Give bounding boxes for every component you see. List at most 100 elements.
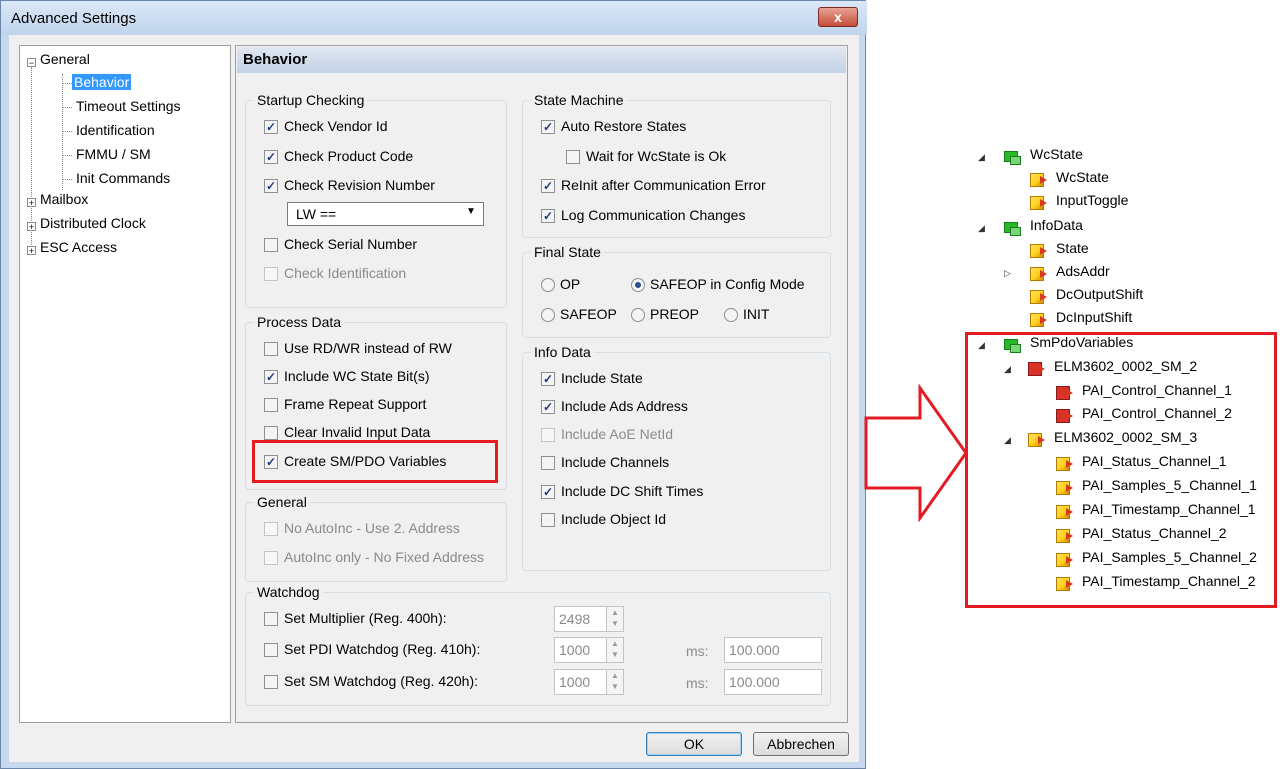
tree-item-fmmu-sm[interactable]: FMMU / SM: [76, 146, 151, 162]
checkbox-label: Include Object Id: [561, 511, 667, 527]
collapse-icon[interactable]: −: [27, 58, 36, 68]
check-vendor-id-checkbox[interactable]: ✓: [264, 120, 278, 134]
set-pdi-watchdog-checkbox[interactable]: [264, 643, 278, 657]
group-label: Process Data: [254, 314, 345, 330]
log-communication-checkbox[interactable]: ✓: [541, 209, 555, 223]
include-channels-checkbox[interactable]: [541, 456, 555, 470]
tree-line: [63, 131, 72, 132]
ok-button[interactable]: OK: [646, 732, 742, 756]
checkbox-label: Include Ads Address: [561, 398, 688, 414]
set-multiplier-checkbox[interactable]: [264, 612, 278, 626]
multiplier-spinner[interactable]: 2498 ▲ ▼: [554, 606, 624, 632]
radio-op[interactable]: [541, 278, 555, 292]
expand-icon[interactable]: +: [27, 222, 36, 232]
tree-item-mailbox[interactable]: Mailbox: [40, 191, 88, 207]
checkbox-label: Include WC State Bit(s): [284, 368, 430, 384]
expanded-icon[interactable]: ◢: [978, 223, 985, 234]
highlight-box: [965, 332, 1277, 608]
tree-item-inputtoggle[interactable]: InputToggle: [1056, 192, 1128, 208]
frame-repeat-checkbox[interactable]: [264, 398, 278, 412]
clear-invalid-input-checkbox[interactable]: [264, 426, 278, 440]
pdi-ms-field[interactable]: 100.000: [724, 637, 822, 663]
expand-icon[interactable]: +: [27, 198, 36, 208]
tree-item-wcstate-var[interactable]: WcState: [1056, 169, 1109, 185]
input-variable-icon: [1030, 267, 1047, 281]
general-group: General: [245, 494, 507, 582]
reinit-checkbox[interactable]: ✓: [541, 179, 555, 193]
cancel-button[interactable]: Abbrechen: [753, 732, 849, 756]
expanded-icon[interactable]: ◢: [978, 152, 985, 163]
tree-line: [63, 179, 72, 180]
input-variable-icon: [1030, 244, 1047, 258]
no-autoinc-checkbox[interactable]: [264, 522, 278, 536]
tree-item-identification[interactable]: Identification: [76, 122, 155, 138]
revision-compare-select[interactable]: LW == ▼: [287, 202, 484, 226]
include-dc-shift-checkbox[interactable]: ✓: [541, 485, 555, 499]
tree-item-infodata[interactable]: InfoData: [1030, 217, 1083, 233]
include-wc-state-checkbox[interactable]: ✓: [264, 370, 278, 384]
green-box-icon: [1004, 151, 1021, 165]
tree-item-init-commands[interactable]: Init Commands: [76, 170, 170, 186]
include-ads-address-checkbox[interactable]: ✓: [541, 400, 555, 414]
expand-icon[interactable]: +: [27, 246, 36, 256]
tree-item-distributed-clock[interactable]: Distributed Clock: [40, 215, 146, 231]
tree-item-esc-access[interactable]: ESC Access: [40, 239, 117, 255]
behavior-panel: Behavior Startup Checking ✓ Check Vendor…: [235, 45, 848, 723]
check-identification-checkbox[interactable]: [264, 267, 278, 281]
collapsed-icon[interactable]: ▷: [1004, 268, 1011, 279]
group-label: Final State: [531, 244, 604, 260]
settings-tree: − General Behavior Timeout Settings Iden…: [19, 45, 231, 723]
spinner-arrows-icon[interactable]: ▲ ▼: [606, 670, 623, 694]
checkbox-label: No AutoInc - Use 2. Address: [284, 520, 460, 536]
radio-safeop-config-mode[interactable]: [631, 278, 645, 292]
include-object-id-checkbox[interactable]: [541, 513, 555, 527]
checkbox-label: Set PDI Watchdog (Reg. 410h):: [284, 641, 481, 657]
tree-line: [62, 74, 63, 190]
auto-restore-states-checkbox[interactable]: ✓: [541, 120, 555, 134]
checkbox-label: Use RD/WR instead of RW: [284, 340, 452, 356]
pdi-watchdog-spinner[interactable]: 1000 ▲ ▼: [554, 637, 624, 663]
sm-ms-field[interactable]: 100.000: [724, 669, 822, 695]
tree-item-dcoutputshift[interactable]: DcOutputShift: [1056, 286, 1143, 302]
radio-init[interactable]: [724, 308, 738, 322]
checkbox-label: Include State: [561, 370, 643, 386]
wait-wcstate-checkbox[interactable]: [566, 150, 580, 164]
checkbox-label: Include Channels: [561, 454, 670, 470]
dialog-client: − General Behavior Timeout Settings Iden…: [9, 35, 859, 762]
spinner-arrows-icon[interactable]: ▲ ▼: [606, 638, 623, 662]
group-label: General: [254, 494, 310, 510]
tree-item-timeout-settings[interactable]: Timeout Settings: [76, 98, 181, 114]
tree-line: [63, 155, 72, 156]
group-label: State Machine: [531, 92, 627, 108]
autoinc-only-checkbox[interactable]: [264, 551, 278, 565]
tree-item-adsaddr[interactable]: AdsAddr: [1056, 263, 1110, 279]
panel-title: Behavior: [243, 51, 308, 68]
title-bar: Advanced Settings x: [1, 1, 867, 35]
set-sm-watchdog-checkbox[interactable]: [264, 675, 278, 689]
tree-item-behavior[interactable]: Behavior: [72, 74, 132, 90]
window-title: Advanced Settings: [11, 10, 137, 27]
include-aoe-netid-checkbox[interactable]: [541, 428, 555, 442]
spinner-value: 1000: [559, 642, 591, 658]
checkbox-label: Include DC Shift Times: [561, 483, 704, 499]
tree-item-state[interactable]: State: [1056, 240, 1089, 256]
sm-watchdog-spinner[interactable]: 1000 ▲ ▼: [554, 669, 624, 695]
include-state-checkbox[interactable]: ✓: [541, 372, 555, 386]
check-product-code-checkbox[interactable]: ✓: [264, 150, 278, 164]
group-label: Startup Checking: [254, 92, 368, 108]
close-button[interactable]: x: [818, 7, 858, 27]
tree-item-general[interactable]: General: [40, 51, 90, 67]
radio-preop[interactable]: [631, 308, 645, 322]
checkbox-label: Check Vendor Id: [284, 118, 388, 134]
check-serial-number-checkbox[interactable]: [264, 238, 278, 252]
radio-safeop[interactable]: [541, 308, 555, 322]
spinner-arrows-icon[interactable]: ▲ ▼: [606, 607, 623, 631]
tree-item-dcinputshift[interactable]: DcInputShift: [1056, 309, 1132, 325]
check-revision-number-checkbox[interactable]: ✓: [264, 179, 278, 193]
use-rdwr-checkbox[interactable]: [264, 342, 278, 356]
checkbox-label: Set SM Watchdog (Reg. 420h):: [284, 673, 479, 689]
radio-label: SAFEOP in Config Mode: [650, 276, 805, 292]
ms-label: ms:: [686, 643, 709, 659]
tree-item-wcstate[interactable]: WcState: [1030, 146, 1083, 162]
group-label: Watchdog: [254, 584, 323, 600]
